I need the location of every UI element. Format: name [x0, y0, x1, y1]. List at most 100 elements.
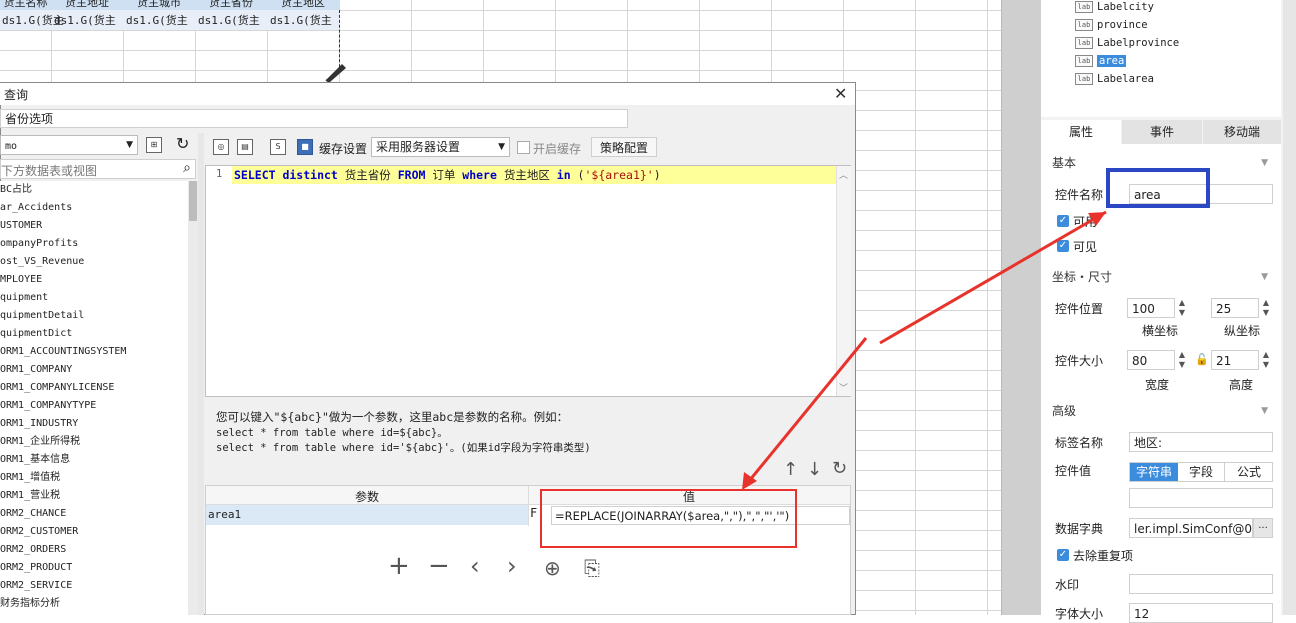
- table-list-item[interactable]: ORM1_COMPANY: [0, 361, 72, 379]
- tree-item[interactable]: lab Labelcity: [1075, 0, 1154, 15]
- table-list-item[interactable]: ORM2_SERVICE: [0, 577, 72, 595]
- height-spinner[interactable]: ▲ ▼: [1259, 350, 1273, 370]
- table-list-item[interactable]: quipment: [0, 289, 48, 307]
- help-line: select * from table where id=${abc}。: [216, 427, 448, 439]
- dict-edit-button[interactable]: ···: [1253, 518, 1273, 538]
- preview-icon[interactable]: ◎: [213, 139, 229, 155]
- sheet-data-row: ds1.G(货主 ds1.G(货主 ds1.G(货主 ds1.G(货主 ds1.…: [0, 10, 340, 30]
- visible-checkbox[interactable]: ✓: [1057, 240, 1069, 252]
- cache-select[interactable]: 采用服务器设置 ▼: [371, 137, 510, 157]
- pane-splitter[interactable]: [198, 133, 204, 615]
- table-list-item[interactable]: ORM2_CUSTOMER: [0, 523, 78, 541]
- widget-value-input[interactable]: [1129, 488, 1273, 508]
- fontsize-input[interactable]: 12: [1129, 603, 1273, 623]
- sheet-cell[interactable]: ds1.G(货主: [126, 12, 188, 28]
- strategy-button[interactable]: 策略配置: [591, 137, 658, 157]
- enabled-checkbox[interactable]: ✓: [1057, 215, 1069, 227]
- table-list-item[interactable]: ORM2_PRODUCT: [0, 559, 72, 577]
- tab-events[interactable]: 事件: [1122, 120, 1202, 144]
- open-cache-checkbox[interactable]: [517, 141, 530, 154]
- tab-properties[interactable]: 属性: [1041, 120, 1121, 144]
- panel-scrollbar[interactable]: [1283, 0, 1296, 615]
- line-number: 1: [216, 168, 223, 180]
- width-input[interactable]: 80: [1127, 350, 1175, 370]
- move-down-icon[interactable]: ↓: [807, 459, 822, 480]
- query-name-input[interactable]: 省份选项: [0, 109, 628, 128]
- tab-mobile[interactable]: 移动端: [1203, 120, 1281, 144]
- pos-x-input[interactable]: 100: [1127, 298, 1175, 318]
- sheet-cell[interactable]: ds1.G(货主: [198, 12, 260, 28]
- table-list-item[interactable]: MPLOYEE: [0, 271, 42, 289]
- height-input[interactable]: 21: [1211, 350, 1259, 370]
- param-name[interactable]: area1: [208, 508, 241, 521]
- close-icon[interactable]: ✕: [834, 84, 847, 103]
- sheet-cell[interactable]: ds1.G(货主: [54, 12, 116, 28]
- refresh-icon[interactable]: ↻: [176, 134, 189, 153]
- sql-text[interactable]: SELECT distinct 货主省份 FROM 订单 where 货主地区 …: [234, 167, 661, 183]
- table-list-item[interactable]: ORM1_INDUSTRY: [0, 415, 78, 433]
- table-list-item[interactable]: ORM1_ACCOUNTINGSYSTEM: [0, 343, 126, 361]
- table-list-item[interactable]: ar_Accidents: [0, 199, 72, 217]
- section-advanced[interactable]: 高级 ▼: [1052, 400, 1272, 422]
- table-list-item[interactable]: ORM1_增值税: [0, 469, 60, 487]
- sheet-cell[interactable]: ds1.G(货主: [270, 12, 332, 28]
- datasource-select[interactable]: mo ▼: [0, 135, 138, 155]
- table-list-scrollbar[interactable]: [188, 181, 198, 615]
- param-row[interactable]: [206, 505, 528, 525]
- tag-name-input[interactable]: 地区:: [1129, 432, 1273, 452]
- chevron-down-icon: ▼: [1261, 272, 1268, 282]
- pos-x-spinner[interactable]: ▲ ▼: [1175, 298, 1189, 318]
- table-list-item[interactable]: ompanyProfits: [0, 235, 78, 253]
- table-list-item[interactable]: ORM2_ORDERS: [0, 541, 66, 559]
- sql-icon[interactable]: S: [270, 139, 286, 155]
- chevron-right-icon[interactable]: ›: [507, 553, 517, 579]
- editor-scrollbar[interactable]: ︿ ﹀: [836, 166, 851, 396]
- sql-editor[interactable]: 1 SELECT distinct 货主省份 FROM 订单 where 货主地…: [205, 165, 851, 397]
- lock-param-icon[interactable]: ⎘: [584, 556, 600, 580]
- table-list-item[interactable]: ORM1_营业税: [0, 487, 60, 505]
- tree-item[interactable]: lab Labelprovince: [1075, 36, 1179, 51]
- value-tab-formula[interactable]: 公式: [1224, 463, 1273, 481]
- table-list-item[interactable]: quipmentDict: [0, 325, 72, 343]
- dedupe-checkbox[interactable]: ✓: [1057, 549, 1069, 561]
- table-search-input[interactable]: 下方数据表或视图 ⌕: [0, 159, 196, 179]
- lock-icon[interactable]: 🔓: [1195, 353, 1209, 366]
- enabled-label: 可用: [1073, 215, 1098, 229]
- pos-y-input[interactable]: 25: [1211, 298, 1259, 318]
- remove-icon[interactable]: −: [428, 553, 450, 579]
- tree-item[interactable]: lab Labelarea: [1075, 72, 1154, 87]
- table-list-item[interactable]: ORM2_CHANCE: [0, 505, 66, 523]
- table-list-item[interactable]: ORM1_基本信息: [0, 451, 70, 469]
- pos-y-spinner[interactable]: ▲ ▼: [1259, 298, 1273, 318]
- open-cache-label: 开启缓存: [533, 142, 582, 156]
- expand-icon[interactable]: ⊕: [544, 556, 561, 580]
- help-line: 您可以键入"${abc}"做为一个参数，这里abc是参数的名称。例如：: [216, 410, 569, 424]
- label-widget-icon: lab: [1075, 37, 1093, 49]
- formula-tag[interactable]: F: [530, 506, 537, 520]
- table-list-item[interactable]: 财务指标分析: [0, 595, 60, 613]
- watermark-input[interactable]: [1129, 574, 1273, 594]
- value-tab-string[interactable]: 字符串: [1130, 463, 1178, 481]
- section-coord[interactable]: 坐标・尺寸 ▼: [1052, 266, 1272, 288]
- save-icon[interactable]: ■: [297, 139, 313, 155]
- dict-value[interactable]: ler.impl.SimConf@0]]: [1129, 518, 1253, 538]
- tree-item-selected[interactable]: lab area: [1075, 54, 1127, 69]
- refresh-params-icon[interactable]: ↻: [832, 458, 847, 479]
- table-list-item[interactable]: ORM1_COMPANYLICENSE: [0, 379, 114, 397]
- add-icon[interactable]: +: [388, 553, 410, 579]
- tree-item[interactable]: lab province: [1075, 18, 1148, 33]
- table-list-item[interactable]: USTOMER: [0, 217, 42, 235]
- table-list-item[interactable]: quipmentDetail: [0, 307, 84, 325]
- table-list-item[interactable]: ORM1_COMPANYTYPE: [0, 397, 96, 415]
- move-up-icon[interactable]: ↑: [783, 459, 798, 480]
- value-tab-field[interactable]: 字段: [1178, 463, 1224, 481]
- table-list-item[interactable]: BC占比: [0, 181, 32, 199]
- preview-table-icon[interactable]: ⊞: [146, 137, 162, 153]
- label-widget-icon: lab: [1075, 1, 1093, 13]
- width-spinner[interactable]: ▲ ▼: [1175, 350, 1189, 370]
- table-list-item[interactable]: ORM1_企业所得税: [0, 433, 80, 451]
- search-icon[interactable]: ⌕: [183, 160, 191, 176]
- chevron-left-icon[interactable]: ‹: [470, 553, 480, 579]
- table-list-item[interactable]: ost_VS_Revenue: [0, 253, 84, 271]
- db-icon[interactable]: ▤: [237, 139, 253, 155]
